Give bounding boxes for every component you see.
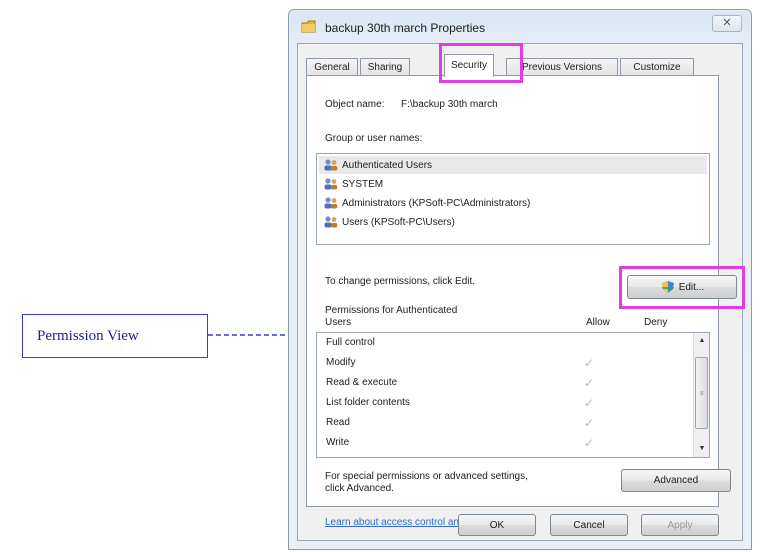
title-bar[interactable]: backup 30th march Properties ✕ xyxy=(289,10,751,44)
permission-name: Read & execute xyxy=(326,377,398,388)
user-group-icon xyxy=(324,159,338,171)
object-name-value: F:\backup 30th march xyxy=(401,99,498,110)
tab-sharing[interactable]: Sharing xyxy=(360,58,410,76)
tab-customize-label: Customize xyxy=(633,62,681,73)
group-or-user-names-label: Group or user names: xyxy=(325,133,423,144)
permissions-for-label-line2: Users xyxy=(325,317,352,328)
deny-column-header: Deny xyxy=(644,317,668,328)
security-tab-highlight xyxy=(439,43,523,83)
allow-check-icon: ✓ xyxy=(584,356,595,370)
user-group-icon xyxy=(324,197,338,209)
properties-dialog: backup 30th march Properties ✕ General S… xyxy=(288,9,752,550)
cancel-button[interactable]: Cancel xyxy=(550,514,628,536)
user-name: Authenticated Users xyxy=(342,159,433,171)
user-item-system[interactable]: SYSTEM xyxy=(319,175,707,193)
permission-row: Full control xyxy=(317,333,693,353)
apply-button[interactable]: Apply xyxy=(641,514,719,536)
callout-label: Permission View xyxy=(37,327,139,344)
advanced-hint-line2: click Advanced. xyxy=(325,483,394,494)
permissions-scrollbar[interactable]: ▲ ≡ ▼ xyxy=(693,333,709,457)
user-list[interactable]: Authenticated Users SYSTEM Administrator… xyxy=(316,153,710,245)
apply-button-label: Apply xyxy=(667,519,693,531)
permission-name: Read xyxy=(326,417,350,428)
tab-previous-versions-label: Previous Versions xyxy=(521,62,603,73)
allow-check-icon: ✓ xyxy=(584,376,595,390)
advanced-button[interactable]: Advanced xyxy=(621,469,731,492)
change-permissions-hint: To change permissions, click Edit. xyxy=(325,276,476,287)
permission-name: Full control xyxy=(326,337,375,348)
permission-name: Write xyxy=(326,437,350,448)
object-name-label: Object name: xyxy=(325,99,385,110)
advanced-button-label: Advanced xyxy=(653,475,699,486)
allow-check-icon: ✓ xyxy=(584,396,595,410)
scrollbar-grip-icon: ≡ xyxy=(700,391,704,397)
user-name: SYSTEM xyxy=(342,178,384,190)
permissions-for-label: Permissions for Authenticated xyxy=(325,305,458,316)
tab-customize[interactable]: Customize xyxy=(620,58,694,76)
dialog-client-area: General Sharing Security Previous Versio… xyxy=(297,43,745,541)
ok-button[interactable]: OK xyxy=(458,514,536,536)
permission-row: Read & execute ✓ xyxy=(317,373,693,393)
advanced-hint: For special permissions or advanced sett… xyxy=(325,471,528,482)
user-item-administrators[interactable]: Administrators (KPSoft-PC\Administrators… xyxy=(319,194,707,212)
permissions-list[interactable]: Full control Modify ✓ Read & execute ✓ L… xyxy=(316,332,710,458)
close-icon: ✕ xyxy=(722,17,732,29)
permission-row: Read ✓ xyxy=(317,413,693,433)
cancel-button-label: Cancel xyxy=(573,519,605,531)
permission-name: Modify xyxy=(326,357,356,368)
permission-row: List folder contents ✓ xyxy=(317,393,693,413)
tab-general-label: General xyxy=(314,62,350,73)
user-item-users[interactable]: Users (KPSoft-PC\Users) xyxy=(319,213,707,231)
tab-general[interactable]: General xyxy=(306,58,358,76)
permission-row: Modify ✓ xyxy=(317,353,693,373)
user-group-icon xyxy=(324,178,338,190)
user-name: Administrators (KPSoft-PC\Administrators… xyxy=(342,197,531,209)
tab-sharing-label: Sharing xyxy=(367,62,403,73)
permission-row: Write ✓ xyxy=(317,433,693,453)
allow-check-icon: ✓ xyxy=(584,416,595,430)
window-title: backup 30th march Properties xyxy=(325,21,486,35)
folder-icon xyxy=(301,20,316,33)
user-item-authenticated-users[interactable]: Authenticated Users xyxy=(319,156,707,174)
scroll-up-arrow-icon[interactable]: ▲ xyxy=(695,334,709,348)
user-group-icon xyxy=(324,216,338,228)
permission-name: List folder contents xyxy=(326,397,410,408)
allow-check-icon: ✓ xyxy=(584,436,595,450)
ok-button-label: OK xyxy=(489,519,505,531)
allow-column-header: Allow xyxy=(586,317,610,328)
close-button[interactable]: ✕ xyxy=(712,15,742,32)
permission-view-callout: Permission View xyxy=(22,314,208,358)
user-name: Users (KPSoft-PC\Users) xyxy=(342,216,455,228)
edit-button-highlight xyxy=(619,266,745,309)
security-panel: Object name: F:\backup 30th march Group … xyxy=(306,75,745,528)
scrollbar-thumb[interactable]: ≡ xyxy=(695,357,708,429)
scroll-down-arrow-icon[interactable]: ▼ xyxy=(695,442,709,456)
